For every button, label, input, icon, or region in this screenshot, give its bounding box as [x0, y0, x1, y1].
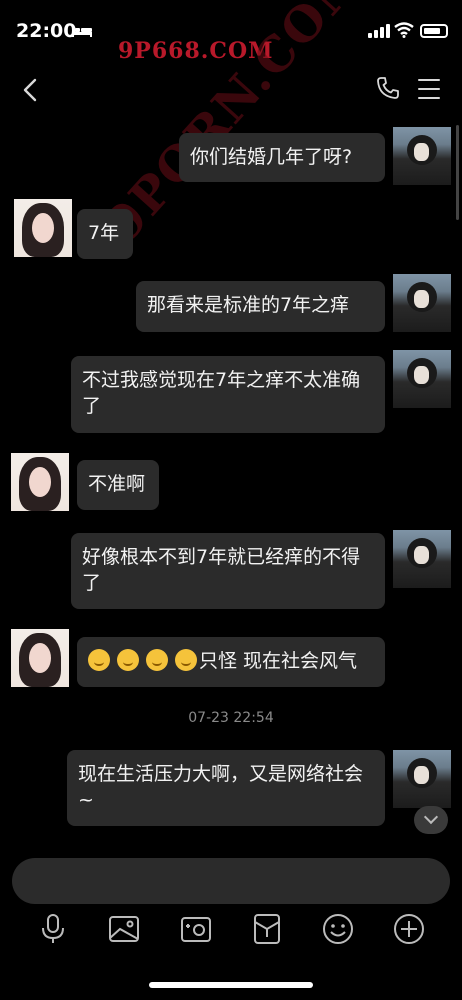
camera-icon[interactable]: [179, 912, 213, 946]
message-input[interactable]: [12, 858, 450, 904]
message-text: 那看来是标准的7年之痒: [147, 294, 350, 316]
message-text: 好像根本不到7年就已经痒的不得了: [82, 546, 361, 594]
scrollbar[interactable]: [456, 125, 459, 220]
menu-icon[interactable]: [418, 79, 440, 106]
avatar-contact[interactable]: [11, 453, 69, 511]
avatar-me[interactable]: [393, 530, 451, 588]
message-bubble[interactable]: 那看来是标准的7年之痒: [136, 281, 385, 332]
avatar-me[interactable]: [393, 350, 451, 408]
status-time: 22:00: [16, 20, 77, 42]
phone-icon[interactable]: [376, 76, 400, 100]
wifi-icon: [394, 22, 414, 38]
scroll-down-button[interactable]: [414, 806, 448, 834]
message-bubble[interactable]: 不准啊: [77, 460, 159, 510]
avatar-me[interactable]: [393, 274, 451, 332]
message-text: 不准啊: [88, 473, 146, 495]
message-bubble[interactable]: 不过我感觉现在7年之痒不太准确了: [71, 356, 385, 433]
emoji-icon: [175, 649, 197, 671]
emoji-icon: [117, 649, 139, 671]
emoji-icon: [88, 649, 110, 671]
message-timestamp: 07-23 22:54: [188, 710, 274, 726]
avatar-me[interactable]: [393, 127, 451, 185]
avatar-contact[interactable]: [11, 629, 69, 687]
message-bubble[interactable]: 7年: [77, 209, 133, 259]
message-text: 现在生活压力大啊，又是网络社会~: [78, 763, 364, 811]
message-text: 不过我感觉现在7年之痒不太准确了: [82, 369, 361, 417]
chat-header: [0, 64, 462, 114]
emoji-icon: [146, 649, 168, 671]
message-bubble[interactable]: 现在生活压力大啊，又是网络社会~: [67, 750, 385, 826]
message-bubble[interactable]: 你们结婚几年了呀?: [179, 133, 385, 182]
message-text: 你们结婚几年了呀?: [190, 146, 353, 168]
home-indicator[interactable]: [149, 982, 313, 988]
input-toolbar: [0, 912, 462, 952]
avatar-contact[interactable]: [14, 199, 72, 257]
signal-icon: [368, 24, 390, 38]
sleep-mode-icon: [72, 26, 92, 37]
message-text: 7年: [88, 222, 120, 244]
emoji-icon[interactable]: [321, 912, 355, 946]
back-icon[interactable]: [20, 76, 40, 104]
plus-icon[interactable]: [392, 912, 426, 946]
microphone-icon[interactable]: [36, 912, 70, 946]
red-packet-icon[interactable]: [250, 912, 284, 946]
photo-icon[interactable]: [107, 912, 141, 946]
message-bubble[interactable]: 只怪 现在社会风气: [77, 637, 385, 687]
message-text: 只怪 现在社会风气: [199, 650, 358, 672]
avatar-me[interactable]: [393, 750, 451, 808]
message-bubble[interactable]: 好像根本不到7年就已经痒的不得了: [71, 533, 385, 609]
battery-icon: [420, 24, 448, 38]
